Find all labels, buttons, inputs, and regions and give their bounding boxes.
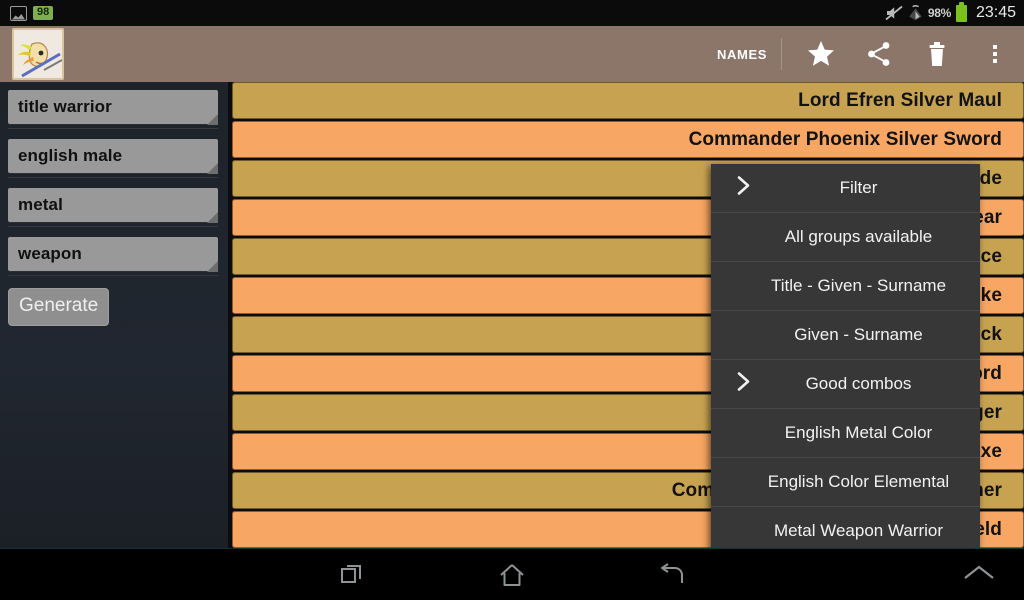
favorite-button[interactable] [792,26,850,82]
home-button[interactable] [480,549,544,600]
chevron-right-icon [736,175,752,202]
menu-item-label: English Color Elemental [767,472,950,491]
status-bar-left: 98 [10,5,54,21]
material-spinner-value: metal [18,195,63,214]
recents-icon [339,562,365,588]
battery-percent: 98% [927,6,951,20]
menu-item[interactable]: English Metal Color [711,409,980,458]
back-button[interactable] [640,549,704,600]
battery-icon [955,1,967,22]
overflow-popup-menu[interactable]: Filter All groups available Title - Given … [711,164,980,600]
name-list-row[interactable]: Commander Phoenix Silver Sword [232,121,1024,158]
menu-item-label: English Metal Color [784,423,933,442]
overflow-menu-button[interactable] [966,26,1024,82]
generate-button[interactable]: Generate [8,288,110,326]
status-bar-right: 98% 23:45 [885,1,1016,22]
language-gender-spinner[interactable]: english male [8,139,218,178]
notification-badge: 98 [33,6,54,20]
star-icon [806,39,836,69]
name-list-row[interactable]: Lord Efren Silver Maul [232,82,1024,119]
back-icon [658,561,686,589]
wifi-icon [908,5,923,21]
status-bar: 98 98% 23:45 [0,0,1024,26]
image-icon [10,5,27,21]
language-gender-spinner-value: english male [18,146,123,165]
menu-item[interactable]: Given - Surname [711,311,980,360]
menu-item-label: All groups available [784,227,933,246]
home-icon [498,561,526,589]
menu-item-label: Given - Surname [794,325,923,344]
trash-icon [924,40,950,68]
action-bar-divider [781,38,782,70]
share-button[interactable] [850,26,908,82]
spinner-underline [8,128,218,129]
spinner-underline [8,177,218,178]
category-spinner-value: title warrior [18,97,112,116]
menu-item[interactable]: English Color Elemental [711,458,980,507]
name-list-row-label: Commander Phoenix Silver Sword [688,128,1002,150]
generator-sidebar: title warrior english male metal weapon … [0,82,228,548]
category-spinner[interactable]: title warrior [8,90,218,129]
material-spinner[interactable]: metal [8,188,218,227]
type-spinner-value: weapon [18,244,82,263]
share-icon [865,40,893,68]
app-logo-icon[interactable] [12,28,64,80]
status-bar-clock: 23:45 [975,4,1016,21]
spinner-underline [8,275,218,276]
menu-item[interactable]: Title - Given - Surname [711,262,980,311]
menu-item[interactable]: Good combos [711,360,980,409]
menu-item-label: Metal Weapon Warrior [773,521,944,540]
android-navigation-bar [0,548,1024,600]
chevron-right-icon [736,371,752,398]
type-spinner[interactable]: weapon [8,237,218,276]
menu-item[interactable]: Filter [711,164,980,213]
spinner-underline [8,226,218,227]
expand-button[interactable] [962,549,996,600]
mute-icon [885,5,903,21]
overflow-menu-icon [993,45,997,63]
action-bar: NAMES [0,26,1024,82]
menu-item-label: Title - Given - Surname [770,276,947,295]
name-list-row-label: Lord Efren Silver Maul [798,89,1002,111]
app-root: 98 98% 23:45 NAMES title warrior english… [0,0,1024,600]
content-area: title warrior english male metal weapon … [0,82,1024,600]
recents-button[interactable] [320,549,384,600]
menu-item[interactable]: All groups available [711,213,980,262]
chevron-up-icon [962,563,996,588]
delete-button[interactable] [908,26,966,82]
action-bar-title: NAMES [717,46,767,62]
